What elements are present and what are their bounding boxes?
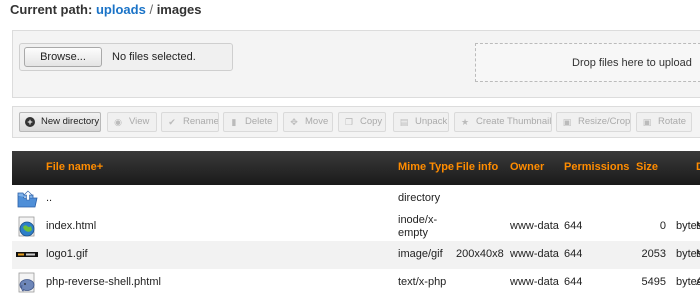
rename-button[interactable]: ✔ Rename [161, 112, 219, 132]
php-elephant-icon [18, 272, 35, 293]
delete-label: Delete [245, 116, 273, 127]
date: M [696, 220, 700, 232]
col-permissions[interactable]: Permissions [564, 161, 629, 173]
resize-crop-label: Resize/Crop [578, 116, 631, 127]
eye-icon: ◉ [114, 117, 122, 127]
col-file-name[interactable]: File name+ [46, 161, 103, 173]
mime-type: text/x-php [398, 276, 447, 288]
table-row[interactable]: php-reverse-shell.phtml text/x-php www-d… [12, 269, 700, 297]
col-owner[interactable]: Owner [510, 161, 544, 173]
move-icon: ✥ [290, 117, 298, 127]
move-button[interactable]: ✥ Move [283, 112, 333, 132]
parent-folder-icon [17, 190, 38, 208]
col-mime-type[interactable]: Mime Type [398, 161, 454, 173]
unpack-label: Unpack [415, 116, 448, 127]
image-icon: ▣ [562, 117, 572, 127]
file-table: File name+ Mime Type File info Owner Per… [12, 151, 700, 302]
file-name[interactable]: logo1.gif [46, 248, 88, 260]
owner: www-data [510, 248, 559, 260]
view-label: View [129, 116, 150, 127]
browse-button[interactable]: Browse... [24, 47, 102, 67]
current-path: Current path: uploads / images [10, 2, 202, 17]
file-info: 200x40x8 [456, 248, 504, 260]
copy-button[interactable]: ❐ Copy [338, 112, 386, 132]
permissions: 644 [564, 248, 583, 260]
rename-label: Rename [183, 116, 219, 127]
gif-thumbnail-icon [16, 252, 38, 257]
mime-type: image/gif [398, 248, 443, 260]
owner: www-data [510, 276, 559, 288]
date: A [696, 276, 700, 288]
mime-type-line2: empty [398, 227, 428, 239]
table-row[interactable]: logo1.gif image/gif 200x40x8 www-data 64… [12, 241, 700, 269]
mime-type-line1: inode/x- [398, 214, 438, 226]
path-separator: / [149, 2, 154, 17]
date: M [696, 248, 700, 260]
create-thumbnail-button[interactable]: ★ Create Thumbnail [454, 112, 552, 132]
table-row[interactable]: .. directory [12, 185, 700, 213]
col-date[interactable]: D [696, 161, 700, 173]
no-files-label: No files selected. [112, 51, 196, 63]
create-thumbnail-label: Create Thumbnail [476, 116, 552, 127]
table-header: File name+ Mime Type File info Owner Per… [12, 151, 700, 185]
dropzone[interactable]: Drop files here to upload [475, 43, 700, 82]
path-link-uploads[interactable]: uploads [96, 2, 146, 17]
view-button[interactable]: ◉ View [107, 112, 157, 132]
permissions: 644 [564, 276, 583, 288]
current-path-label: Current path: [10, 2, 93, 17]
file-input[interactable]: Browse... No files selected. [19, 43, 233, 71]
move-label: Move [305, 116, 329, 127]
new-directory-button[interactable]: + New directory [19, 112, 101, 132]
size: 5495 [641, 276, 666, 288]
copy-icon: ❐ [344, 117, 354, 127]
file-name[interactable]: .. [46, 192, 52, 204]
star-icon: ★ [460, 117, 470, 127]
dropzone-label: Drop files here to upload [572, 57, 692, 69]
copy-label: Copy [360, 116, 383, 127]
delete-button[interactable]: ▮ Delete [223, 112, 278, 132]
unpack-icon: ▤ [399, 117, 409, 127]
toolbar: + New directory ◉ View ✔ Rename ▮ Delete… [12, 106, 700, 138]
col-file-info[interactable]: File info [456, 161, 498, 173]
permissions: 644 [564, 220, 583, 232]
size: 0 [659, 220, 666, 232]
unpack-button[interactable]: ▤ Unpack [393, 112, 449, 132]
mime-type: inode/x- empty [398, 214, 437, 240]
mime-type: directory [398, 192, 441, 204]
size: 2053 [641, 248, 666, 260]
plus-icon: + [25, 117, 35, 127]
trash-icon: ▮ [231, 117, 237, 127]
rotate-label: Rotate [658, 116, 686, 127]
file-name[interactable]: php-reverse-shell.phtml [46, 276, 161, 288]
rotate-image-icon: ▣ [642, 117, 652, 127]
upload-panel: Browse... No files selected. Drop files … [12, 30, 700, 98]
path-current: images [156, 2, 202, 17]
col-size[interactable]: Size [636, 161, 658, 173]
check-icon: ✔ [168, 117, 176, 127]
file-name[interactable]: index.html [46, 220, 96, 232]
rotate-button[interactable]: ▣ Rotate [636, 112, 692, 132]
owner: www-data [510, 220, 559, 232]
globe-html-icon [18, 216, 35, 237]
resize-crop-button[interactable]: ▣ Resize/Crop [556, 112, 631, 132]
table-row[interactable]: index.html inode/x- empty www-data 644 0… [12, 213, 700, 241]
new-directory-label: New directory [41, 116, 100, 127]
